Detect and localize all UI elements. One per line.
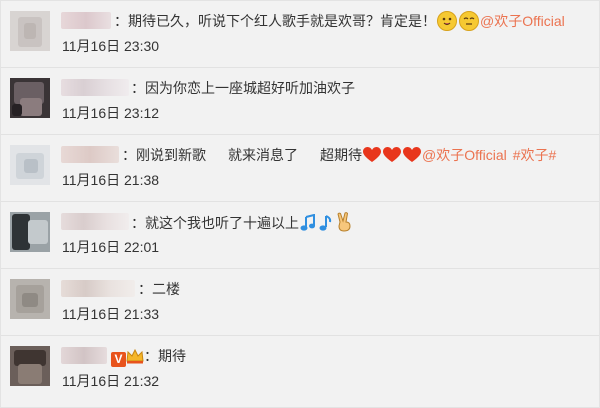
avatar[interactable] — [10, 78, 50, 118]
avatar[interactable] — [10, 346, 50, 386]
timestamp[interactable]: 11月16日 23:30 — [62, 37, 159, 55]
verified-badge[interactable]: V — [111, 352, 126, 367]
comment-text: ：因为你恋上一座城超好听加油欢子 — [131, 78, 355, 98]
music-note-icon — [319, 215, 332, 231]
comment-text: ：就这个我也听了十遍以上 — [131, 212, 353, 233]
separator: ： — [131, 215, 145, 231]
separator: ： — [138, 281, 152, 297]
avatar[interactable] — [10, 145, 50, 185]
separator: ： — [114, 13, 128, 29]
separator: ： — [122, 147, 136, 163]
mention-link[interactable]: @欢子Official — [422, 147, 507, 163]
username[interactable] — [61, 146, 119, 163]
comment-body: 就这个我也听了十遍以上 — [145, 215, 299, 231]
music-note-icon — [300, 214, 315, 231]
username[interactable] — [61, 213, 129, 230]
avatar[interactable] — [10, 279, 50, 319]
comment-body: 二楼 — [152, 281, 180, 297]
username[interactable] — [61, 280, 135, 297]
timestamp[interactable]: 11月16日 22:01 — [62, 238, 159, 256]
comment-item: ：期待已久，听说下个红人歌手就是欢哥？肯定是！ @欢子Official 11月1… — [1, 1, 599, 68]
separator: ： — [131, 80, 145, 96]
comment-text: ：二楼 — [138, 279, 180, 299]
username[interactable] — [61, 79, 129, 96]
mention-link[interactable]: @欢子Official — [480, 13, 565, 29]
tongue-emoji-icon — [437, 11, 457, 31]
comment-item: ：刚说到新歌 就来消息了 超期待 @欢子Official #欢子# 11月16日 21:… — [1, 135, 599, 202]
comment-text: ：期待已久，听说下个红人歌手就是欢哥？肯定是！ @欢子Official — [114, 11, 565, 31]
hashtag-link[interactable]: #欢子# — [513, 147, 557, 163]
comment-text: ：刚说到新歌 就来消息了 超期待 @欢子Official #欢子# — [122, 145, 556, 165]
timestamp[interactable]: 11月16日 21:33 — [62, 305, 159, 323]
comment-body-part: 就来消息了 — [228, 147, 298, 163]
heart-icon — [403, 147, 421, 162]
timestamp[interactable]: 11月16日 21:38 — [62, 171, 159, 189]
comment-body: 期待已久，听说下个红人歌手就是欢哥？肯定是！ — [128, 13, 436, 29]
comment-item: ：就这个我也听了十遍以上 11月16日 22:01 — [1, 202, 599, 269]
comment-text: V ：期待 — [111, 346, 186, 367]
comment-item: V ：期待 11月16日 21:32 — [1, 336, 599, 406]
username[interactable] — [61, 12, 111, 29]
separator: ： — [144, 348, 158, 364]
crown-icon — [126, 348, 144, 364]
timestamp[interactable]: 11月16日 23:12 — [62, 104, 159, 122]
avatar[interactable] — [10, 11, 50, 51]
comment-body-part: 刚说到新歌 — [136, 147, 206, 163]
comment-body: 期待 — [158, 348, 186, 364]
heart-icon — [363, 147, 381, 162]
victory-hand-icon — [337, 212, 351, 232]
comment-item: ：因为你恋上一座城超好听加油欢子 11月16日 23:12 — [1, 68, 599, 135]
comment-body-part: 超期待 — [320, 147, 362, 163]
comment-body: 因为你恋上一座城超好听加油欢子 — [145, 80, 355, 96]
thinking-emoji-icon — [459, 11, 479, 31]
avatar[interactable] — [10, 212, 50, 252]
timestamp[interactable]: 11月16日 21:32 — [62, 372, 159, 390]
heart-icon — [383, 147, 401, 162]
username[interactable] — [61, 347, 107, 364]
comment-item: ：二楼 11月16日 21:33 — [1, 269, 599, 336]
comment-list: ：期待已久，听说下个红人歌手就是欢哥？肯定是！ @欢子Official 11月1… — [0, 0, 600, 408]
